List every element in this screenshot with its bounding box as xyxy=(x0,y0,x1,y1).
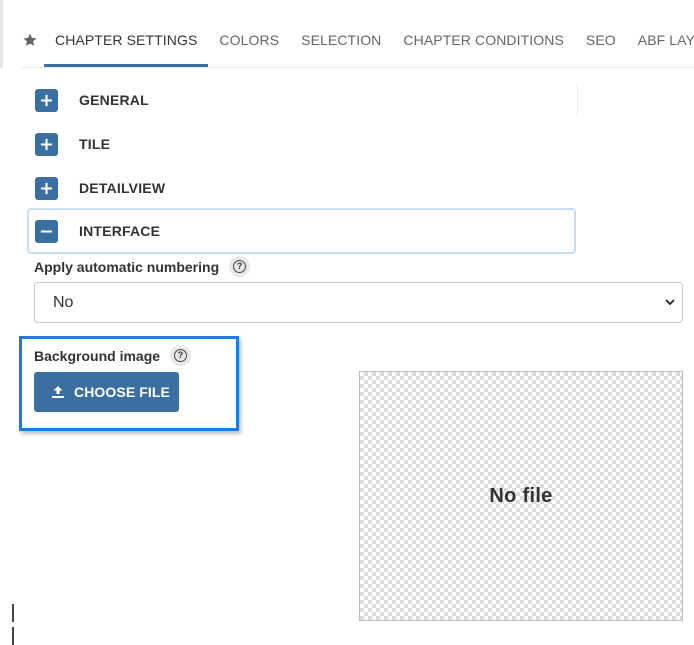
section-interface[interactable]: INTERFACE xyxy=(27,208,576,254)
section-label: INTERFACE xyxy=(79,223,161,239)
tab-chapter-conditions[interactable]: CHAPTER CONDITIONS xyxy=(392,16,574,67)
preview-placeholder: No file xyxy=(489,484,553,507)
section-tile[interactable]: TILE xyxy=(28,122,576,166)
tab-selection[interactable]: SELECTION xyxy=(290,16,392,67)
chevron-down-icon xyxy=(665,299,675,306)
background-image-field: Background image ? xyxy=(34,345,192,366)
help-icon[interactable]: ? xyxy=(170,345,192,366)
section-detailview[interactable]: DETAILVIEW xyxy=(28,166,576,210)
plus-icon[interactable] xyxy=(35,88,58,112)
choose-file-button[interactable]: CHOOSE FILE xyxy=(34,372,179,412)
left-panel-shade xyxy=(0,0,3,68)
plus-icon[interactable] xyxy=(35,132,58,156)
numbering-field: Apply automatic numbering ? xyxy=(34,256,251,277)
choose-file-label: CHOOSE FILE xyxy=(74,384,170,400)
section-general[interactable]: GENERAL xyxy=(28,78,576,122)
section-label: GENERAL xyxy=(79,92,149,108)
section-label: TILE xyxy=(79,136,111,152)
tab-chapter-settings[interactable]: CHAPTER SETTINGS xyxy=(44,16,209,67)
upload-icon xyxy=(52,386,64,398)
numbering-label: Apply automatic numbering xyxy=(34,258,220,275)
tab-abf-layout[interactable]: ABF LAYOUT xyxy=(627,16,694,67)
resize-handle[interactable] xyxy=(12,604,18,645)
tab-seo[interactable]: SEO xyxy=(575,16,627,67)
numbering-select-value: No xyxy=(53,293,74,311)
plus-icon[interactable] xyxy=(35,176,58,200)
left-panel-edge xyxy=(0,0,22,645)
divider xyxy=(577,84,578,116)
section-label: DETAILVIEW xyxy=(79,180,166,196)
minus-icon[interactable] xyxy=(35,219,58,243)
star-icon[interactable] xyxy=(22,16,38,67)
image-preview: No file xyxy=(359,371,683,621)
background-image-label: Background image xyxy=(34,347,161,364)
tab-colors[interactable]: COLORS xyxy=(208,16,290,67)
numbering-select[interactable]: No xyxy=(34,282,683,323)
help-icon[interactable]: ? xyxy=(229,256,251,277)
tab-bar: CHAPTER SETTINGS COLORS SELECTION CHAPTE… xyxy=(22,16,694,68)
